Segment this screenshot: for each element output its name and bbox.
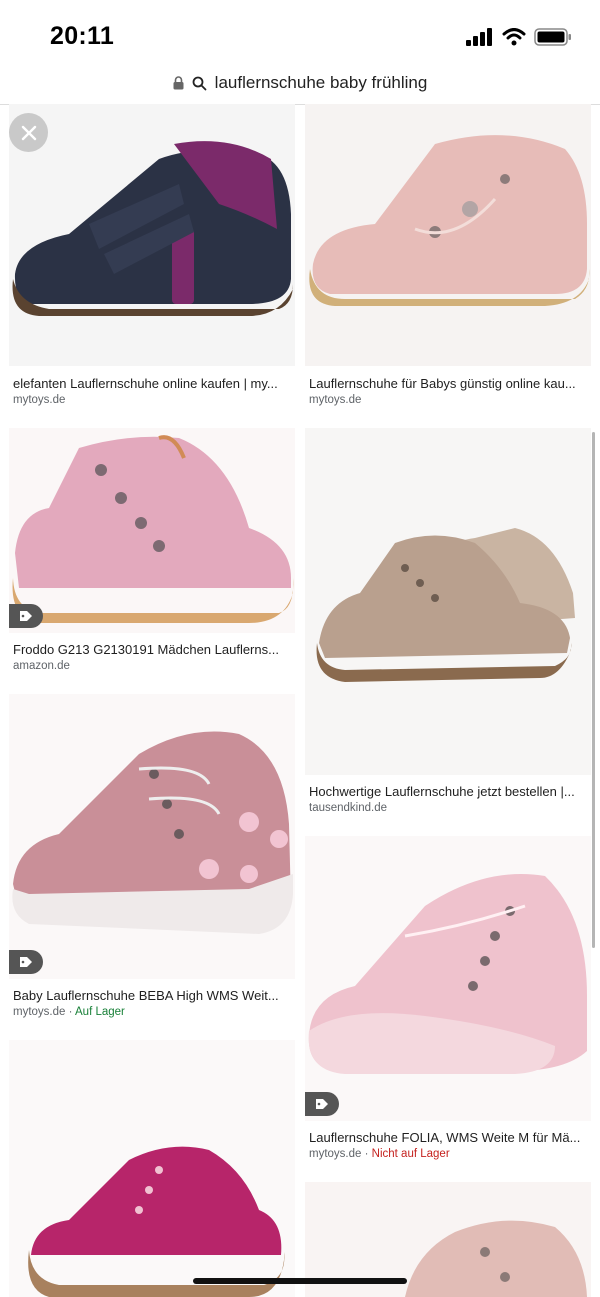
stock-status: Nicht auf Lager: [371, 1148, 450, 1160]
product-tag-badge: [305, 1092, 339, 1116]
result-image[interactable]: [305, 428, 591, 775]
close-button[interactable]: [9, 113, 48, 152]
result-card[interactable]: elefanten Lauflernschuhe online kaufen |…: [9, 104, 295, 409]
result-card[interactable]: Hochwertige Lauflernschuhe jetzt bestell…: [305, 428, 591, 820]
result-source: mytoys.de: [13, 394, 66, 406]
result-card[interactable]: Lauflernschuhe für Babys günstig online …: [305, 104, 591, 409]
result-title[interactable]: elefanten Lauflernschuhe online kaufen |…: [13, 376, 293, 391]
battery-icon: [534, 28, 571, 46]
price-tag-icon: [20, 957, 32, 967]
result-source-domain: mytoys.de: [309, 1148, 362, 1160]
result-source: mytoys.de · Auf Lager: [13, 1006, 125, 1018]
result-source: mytoys.de: [309, 394, 362, 406]
result-title[interactable]: Hochwertige Lauflernschuhe jetzt bestell…: [309, 784, 589, 799]
close-icon: [21, 125, 36, 140]
price-tag-icon: [316, 1099, 328, 1109]
result-card[interactable]: Lauflernschuhe FOLIA, WMS Weite M für Mä…: [305, 836, 591, 1166]
result-title[interactable]: Lauflernschuhe für Babys günstig online …: [309, 376, 589, 391]
result-card[interactable]: Froddo G213 G2130191 Mädchen Lauflerns..…: [9, 428, 295, 678]
result-image[interactable]: [305, 836, 591, 1121]
result-image[interactable]: [305, 104, 591, 366]
result-image[interactable]: [9, 694, 295, 979]
status-bar: 20:11: [0, 0, 600, 62]
result-title[interactable]: Baby Lauflernschuhe BEBA High WMS Weit..…: [13, 988, 293, 1003]
result-source-domain: mytoys.de: [13, 1006, 66, 1018]
lock-icon: [173, 76, 184, 90]
product-tag-badge: [9, 604, 43, 628]
scrollbar[interactable]: [592, 432, 595, 948]
status-time: 20:11: [50, 22, 115, 50]
result-source: tausendkind.de: [309, 802, 388, 814]
separator-dot: ·: [364, 1148, 372, 1160]
status-icons: [466, 28, 572, 46]
signal-icon: [466, 28, 492, 46]
result-image[interactable]: [9, 428, 295, 633]
result-source: amazon.de: [13, 660, 70, 672]
result-title[interactable]: Froddo G213 G2130191 Mädchen Lauflerns..…: [13, 642, 293, 657]
result-title[interactable]: Lauflernschuhe FOLIA, WMS Weite M für Mä…: [309, 1130, 589, 1145]
price-tag-icon: [20, 611, 32, 621]
wifi-icon: [502, 28, 526, 46]
result-source: mytoys.de · Nicht auf Lager: [309, 1148, 450, 1160]
result-card[interactable]: Baby Lauflernschuhe BEBA High WMS Weit..…: [9, 694, 295, 1024]
product-tag-badge: [9, 950, 43, 974]
result-image[interactable]: [9, 1040, 295, 1297]
stock-status: Auf Lager: [75, 1006, 125, 1018]
search-icon: [192, 76, 207, 90]
search-query: lauflernschuhe baby frühling: [214, 73, 428, 92]
result-card[interactable]: [9, 1040, 295, 1297]
result-image[interactable]: [9, 104, 295, 366]
home-indicator[interactable]: [193, 1278, 407, 1284]
address-bar[interactable]: lauflernschuhe baby frühling: [0, 62, 600, 105]
